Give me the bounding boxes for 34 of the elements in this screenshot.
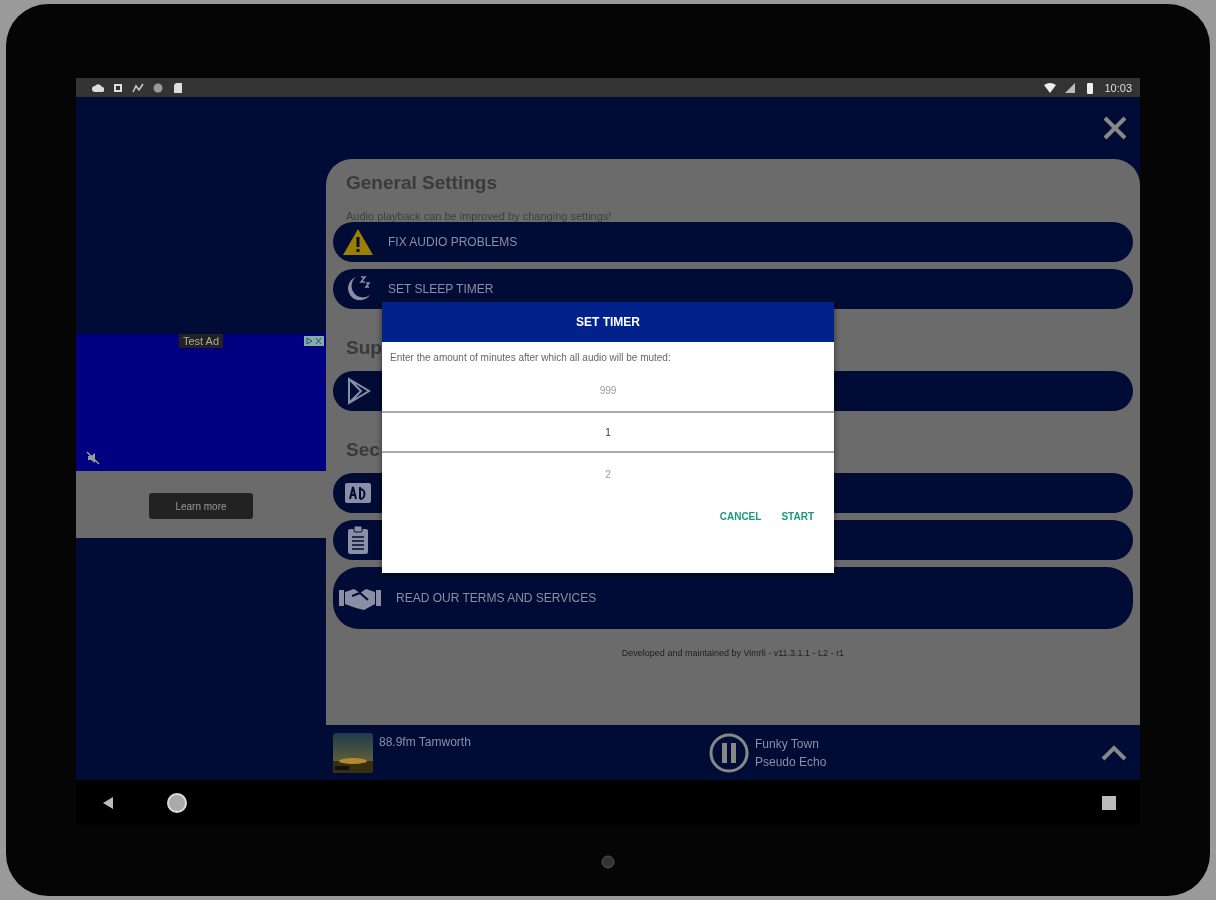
square-icon bbox=[112, 81, 124, 94]
picker-value[interactable]: 1 bbox=[382, 411, 834, 453]
signal-icon bbox=[1064, 81, 1077, 94]
settings-row[interactable]: SET SLEEP TIMER bbox=[333, 269, 1133, 309]
picker-value[interactable]: 2 bbox=[382, 453, 834, 495]
settings-row[interactable]: FIX AUDIO PROBLEMS bbox=[333, 222, 1133, 262]
row-label: FIX AUDIO PROBLEMS bbox=[388, 235, 518, 249]
clock: 10:03 bbox=[1104, 81, 1132, 94]
recents-icon[interactable] bbox=[1102, 795, 1116, 810]
artist-name: Pseudo Echo bbox=[755, 754, 828, 769]
pause-icon[interactable] bbox=[709, 732, 749, 773]
close-icon[interactable] bbox=[1102, 115, 1128, 141]
ad-choices-icon[interactable] bbox=[304, 336, 324, 346]
dialog-button[interactable]: START bbox=[779, 507, 816, 526]
sd-card-icon bbox=[172, 81, 184, 94]
chart-icon bbox=[132, 81, 144, 94]
picker-value[interactable]: 999 bbox=[382, 369, 834, 411]
track-title: Funky Town bbox=[755, 736, 820, 751]
version-footer: Developed and maintained by Vimrli - v11.3.1.1 - L2 - r1 bbox=[621, 648, 845, 658]
dialog-prompt: Enter the amount of minutes after which all audio will be muted: bbox=[390, 352, 672, 363]
mute-icon[interactable] bbox=[86, 451, 100, 465]
wifi-icon bbox=[1044, 81, 1057, 94]
row-label: SET SLEEP TIMER bbox=[388, 282, 494, 296]
settings-row[interactable]: READ OUR TERMS AND SERVICES bbox=[333, 567, 1133, 629]
home-icon[interactable] bbox=[166, 791, 188, 814]
test-ad-badge: Test Ad bbox=[178, 334, 224, 348]
station-name: 88.9fm Tamworth bbox=[379, 735, 472, 749]
row-label: READ OUR TERMS AND SERVICES bbox=[396, 591, 597, 605]
camera-icon bbox=[601, 855, 615, 869]
dialog-title: SET TIMER bbox=[382, 302, 834, 342]
cloud-icon bbox=[92, 81, 104, 94]
dialog-button[interactable]: CANCEL bbox=[717, 507, 764, 526]
learn-more-button[interactable]: Learn more bbox=[149, 493, 253, 519]
ad-banner[interactable]: Test Ad Learn more bbox=[76, 334, 326, 538]
